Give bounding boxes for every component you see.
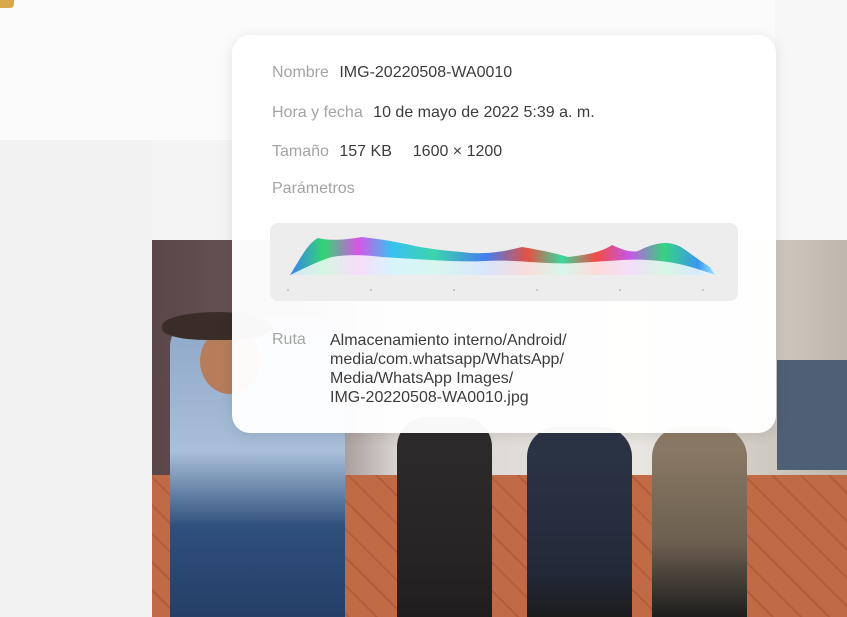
resolution-value: 1600 × 1200 (412, 143, 503, 160)
name-label: Nombre (272, 64, 329, 81)
background-left (0, 140, 152, 617)
corner-app-icon (0, 0, 14, 8)
datetime-row: Hora y fecha 10 de mayo de 2022 5:39 a. … (272, 103, 595, 123)
path-line: Almacenamiento interno/Android/ (330, 332, 567, 349)
path-line: Media/WhatsApp Images/ (330, 370, 514, 387)
datetime-value: 10 de mayo de 2022 5:39 a. m. (373, 104, 595, 121)
path-line: IMG-20220508-WA0010.jpg (330, 389, 529, 406)
path-value: Almacenamiento interno/Android/ media/co… (330, 331, 567, 407)
photo-person (397, 417, 492, 617)
size-label: Tamaño (272, 143, 329, 160)
background-right (775, 0, 847, 240)
size-value: 157 KB (339, 143, 392, 160)
size-row: Tamaño 157 KB 1600 × 1200 (272, 142, 502, 162)
datetime-label: Hora y fecha (272, 104, 363, 121)
histogram-graphic (287, 237, 715, 291)
photo-person (652, 427, 747, 617)
color-histogram (270, 223, 738, 301)
params-label: Parámetros (272, 180, 355, 197)
photo-shelf (777, 360, 847, 470)
name-value: IMG-20220508-WA0010 (339, 64, 513, 81)
photo-person (527, 427, 632, 617)
image-details-card: Nombre IMG-20220508-WA0010 Hora y fecha … (232, 35, 776, 433)
path-line: media/com.whatsapp/WhatsApp/ (330, 351, 564, 368)
path-label: Ruta (272, 331, 306, 348)
name-row: Nombre IMG-20220508-WA0010 (272, 63, 512, 83)
